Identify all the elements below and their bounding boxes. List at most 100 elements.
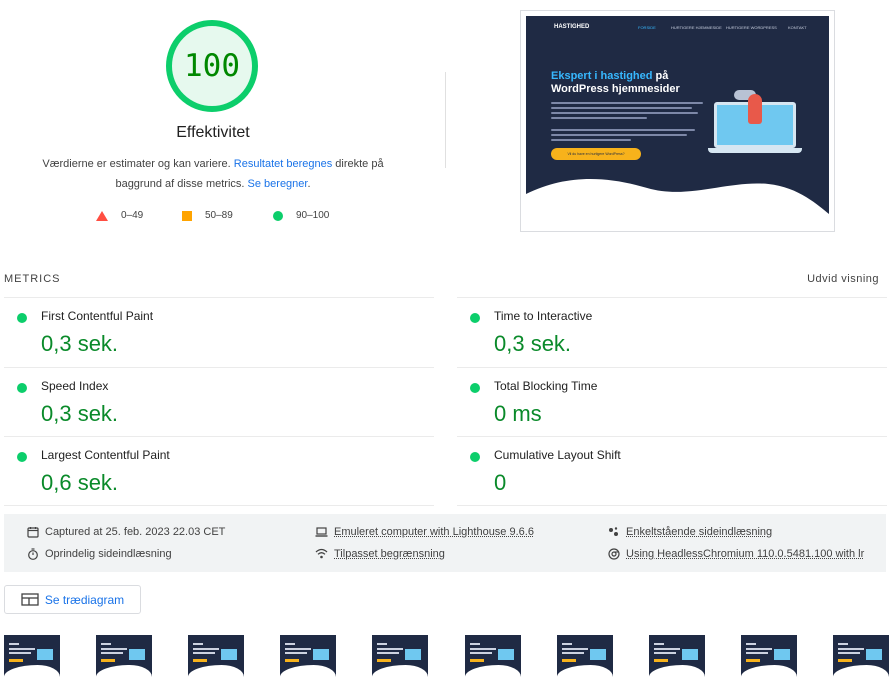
metric-label: Total Blocking Time: [494, 379, 598, 393]
throttling-text: Tilpasset begrænsning: [334, 547, 445, 560]
single-page-load[interactable]: Enkeltstående sideindlæsning: [607, 525, 772, 538]
frame-logo: [837, 643, 848, 645]
frame-logo: [469, 643, 480, 645]
frame-text-line: [653, 648, 680, 650]
expand-view-toggle[interactable]: Udvid visning: [807, 273, 879, 285]
pass-circle-icon: [17, 313, 27, 323]
people-icon: [607, 525, 620, 538]
frame-wave: [648, 665, 705, 677]
metric-label: Speed Index: [41, 379, 109, 393]
screenshot-nav-item: FORSIDE: [638, 25, 656, 30]
filmstrip-frame: [188, 635, 245, 677]
run-info-bar: Captured at 25. feb. 2023 22.03 CET Opri…: [4, 514, 886, 572]
frame-text-line: [101, 648, 128, 650]
frame-wave: [4, 665, 60, 677]
frame-text-line: [745, 648, 772, 650]
treemap-icon: [21, 593, 39, 606]
screenshot-image: HASTIGHED FORSIDE HURTIGERE HJEMMESIDE H…: [526, 16, 829, 226]
frame-button: [101, 659, 116, 662]
frame-button: [9, 659, 23, 662]
emulated-text: Emuleret computer with Lighthouse 9.6.6: [334, 525, 534, 538]
frame-wave: [280, 665, 337, 677]
metric-speed-index[interactable]: Speed Index 0,3 sek.: [4, 367, 434, 437]
frame-wave: [188, 665, 245, 677]
filmstrip-frame: [464, 635, 521, 677]
metric-time-to-interactive[interactable]: Time to Interactive 0,3 sek.: [457, 297, 887, 367]
frame-text-line: [377, 648, 404, 650]
legend-fail-label: 0–49: [121, 210, 144, 221]
laptop-icon: [315, 525, 328, 538]
pass-circle-icon: [470, 383, 480, 393]
chrome-icon: [607, 547, 620, 560]
final-screenshot[interactable]: HASTIGHED FORSIDE HURTIGERE HJEMMESIDE H…: [520, 10, 835, 232]
view-treemap-button[interactable]: Se trædiagram: [4, 585, 141, 614]
performance-score-section: 100 Effektivitet Værdierne er estimater …: [0, 0, 430, 250]
frame-illustration: [405, 649, 422, 660]
frame-logo: [285, 643, 296, 645]
text-line: [551, 107, 692, 109]
frame-button: [745, 659, 760, 662]
frame-wave: [96, 665, 153, 677]
frame-text-line: [285, 652, 308, 654]
frame-logo: [377, 643, 388, 645]
frame-text-line: [9, 648, 35, 650]
frame-button: [837, 659, 852, 662]
frame-logo: [745, 643, 756, 645]
pass-circle-icon: [470, 452, 480, 462]
filmstrip-frame: [648, 635, 705, 677]
frame-wave: [372, 665, 429, 677]
frame-text-line: [469, 652, 492, 654]
score-title: Effektivitet: [176, 124, 250, 141]
metric-value: 0,3 sek.: [41, 401, 119, 426]
frame-logo: [101, 643, 112, 645]
frame-illustration: [497, 649, 514, 660]
text-line: [551, 134, 687, 136]
score-legend: 0–49 50–89 90–100: [0, 210, 426, 226]
calculator-link[interactable]: Se beregner: [248, 178, 308, 190]
score-calculation-link[interactable]: Resultatet beregnes: [234, 158, 332, 170]
wifi-icon: [315, 547, 328, 560]
frame-illustration: [773, 649, 790, 660]
screenshot-heading: Ekspert i hastighed på WordPress hjemmes…: [551, 70, 721, 96]
text-line: [551, 117, 647, 119]
frame-illustration: [221, 649, 238, 660]
pass-circle-icon: [470, 313, 480, 323]
frame-text-line: [561, 652, 584, 654]
frame-logo: [561, 643, 572, 645]
metrics-heading: METRICS: [4, 273, 61, 285]
network-throttling[interactable]: Tilpasset begrænsning: [315, 547, 445, 560]
browser-version[interactable]: Using HeadlessChromium 110.0.5481.100 wi…: [607, 547, 864, 560]
metric-first-contentful-paint[interactable]: First Contentful Paint 0,3 sek.: [4, 297, 434, 367]
metric-value: 0,6 sek.: [41, 470, 119, 495]
frame-button: [561, 659, 576, 662]
frame-button: [377, 659, 392, 662]
screenshot-heading-highlight: Ekspert i hastighed: [551, 70, 653, 82]
calendar-icon: [26, 525, 39, 538]
metric-total-blocking-time[interactable]: Total Blocking Time 0 ms: [457, 367, 887, 437]
metric-value: 0 ms: [494, 401, 542, 426]
initial-page-load: Oprindelig sideindlæsning: [26, 547, 172, 560]
frame-illustration: [313, 649, 330, 660]
view-treemap-label: Se trædiagram: [44, 592, 125, 607]
circle-icon: [273, 210, 283, 221]
metric-cumulative-layout-shift[interactable]: Cumulative Layout Shift 0: [457, 436, 887, 506]
screenshot-cta-button: Vil du have en hurtigere WordPress?: [551, 148, 641, 160]
emulated-device[interactable]: Emuleret computer with Lighthouse 9.6.6: [315, 525, 534, 538]
score-description: Værdierne er estimater og kan variere. R…: [30, 154, 396, 194]
frame-wave: [832, 665, 889, 677]
frame-button: [469, 659, 484, 662]
frame-text-line: [101, 652, 124, 654]
frame-text-line: [837, 652, 860, 654]
legend-average: 50–89: [182, 210, 233, 221]
frame-wave: [740, 665, 797, 677]
score-gauge: 100: [166, 20, 258, 112]
filmstrip-frame: [832, 635, 889, 677]
browser-text: Using HeadlessChromium 110.0.5481.100 wi…: [626, 547, 865, 560]
frame-logo: [653, 643, 664, 645]
pass-circle-icon: [17, 383, 27, 393]
filmstrip-frame: [740, 635, 797, 677]
rocket-icon: [748, 94, 762, 124]
filmstrip-frame: [4, 635, 60, 677]
metric-largest-contentful-paint[interactable]: Largest Contentful Paint 0,6 sek.: [4, 436, 434, 506]
score-desc-suffix: .: [307, 178, 311, 190]
